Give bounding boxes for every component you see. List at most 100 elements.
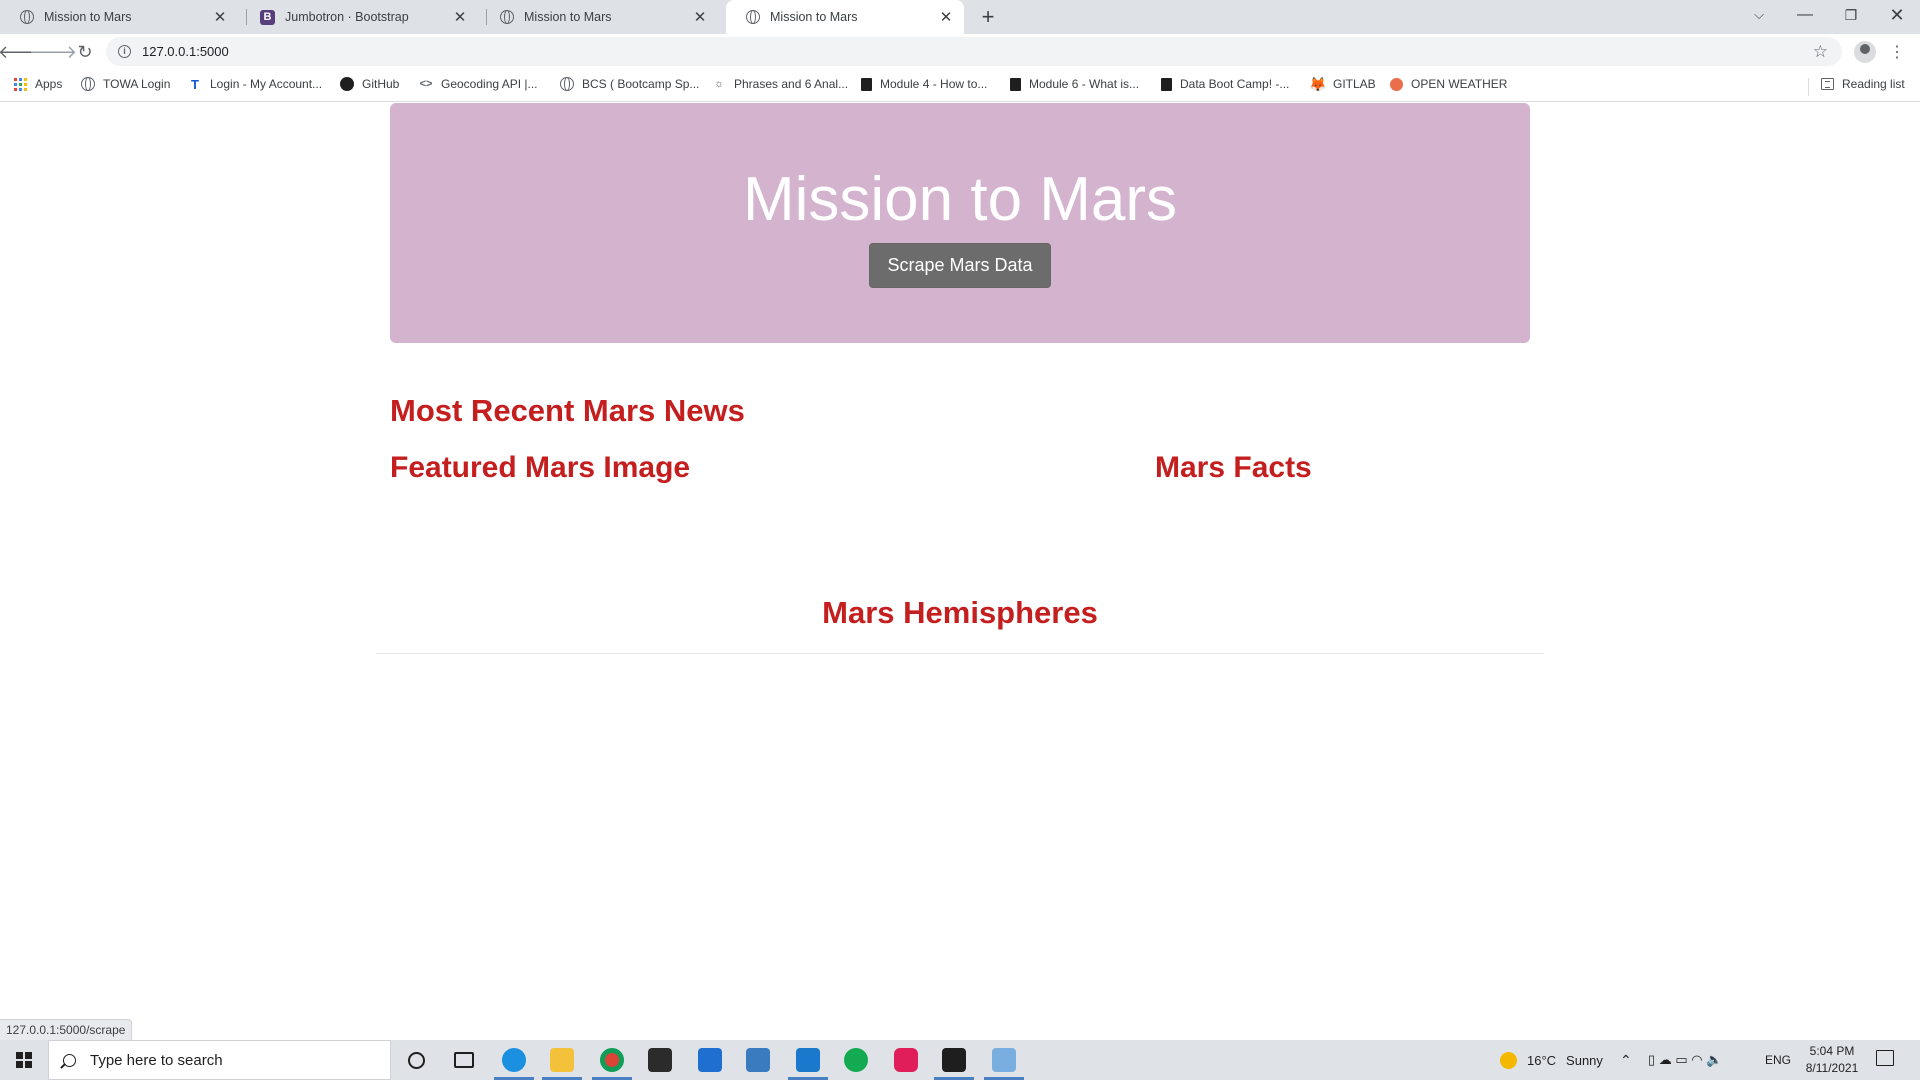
bookmark-item[interactable]: 🦊 GITLAB — [1309, 75, 1375, 92]
taskbar-app-terminal[interactable] — [930, 1040, 978, 1080]
bookmark-item[interactable]: T Login - My Account... — [188, 77, 323, 92]
bookmark-label: TOWA Login — [103, 77, 171, 91]
bookmark-item[interactable]: ☼ Phrases and 6 Anal... — [712, 77, 848, 91]
reading-list-icon — [1821, 78, 1834, 90]
mail-icon — [698, 1048, 722, 1072]
restore-button[interactable]: ❐ — [1828, 0, 1874, 30]
browser-tab[interactable]: Mission to Mars ✕ — [0, 0, 238, 34]
tab-title: Mission to Mars — [770, 10, 858, 24]
close-icon[interactable]: ✕ — [212, 9, 228, 26]
taskbar-app-slack[interactable] — [882, 1040, 930, 1080]
clock-time: 5:04 PM — [1809, 1044, 1855, 1058]
tray-system-icons[interactable]: ▯ ☁ ▭ ◠ 🔈 — [1648, 1040, 1722, 1080]
vscode-icon — [796, 1048, 820, 1072]
globe-icon — [746, 10, 760, 24]
browser-toolbar: 🡐 🡒 ↻ i 127.0.0.1:5000 ☆ ⋮ — [0, 34, 1920, 70]
bookmark-item[interactable]: Data Boot Camp! -... — [1161, 77, 1289, 91]
weather-temp: 16°C — [1527, 1052, 1557, 1068]
close-icon[interactable]: ✕ — [692, 9, 708, 26]
bookmark-label: Apps — [35, 77, 63, 91]
gitlab-icon: 🦊 — [1309, 75, 1327, 92]
minimize-button[interactable]: — — [1782, 0, 1828, 30]
bookmark-label: Phrases and 6 Anal... — [734, 77, 849, 91]
file-explorer-icon — [550, 1048, 574, 1072]
scrape-button[interactable]: Scrape Mars Data — [869, 243, 1051, 288]
bookmark-apps[interactable]: Apps — [14, 77, 62, 91]
close-icon[interactable]: ✕ — [938, 9, 954, 26]
language-indicator[interactable]: ENG — [1765, 1040, 1791, 1080]
section-divider — [376, 653, 1544, 654]
browser-tab[interactable]: B Jumbotron · Bootstrap ✕ — [240, 0, 478, 34]
bookmark-item[interactable]: TOWA Login — [81, 77, 170, 91]
windows-logo-icon — [16, 1052, 32, 1068]
bookmark-item[interactable]: BCS ( Bootcamp Sp... — [560, 77, 699, 91]
taskbar-app-chrome[interactable] — [588, 1040, 636, 1080]
taskbar-app-vscode[interactable] — [784, 1040, 832, 1080]
jumbotron: Mission to Mars Scrape Mars Data — [390, 103, 1530, 343]
tray-overflow-icon[interactable]: ⌃ — [1620, 1040, 1632, 1080]
browser-tab-active[interactable]: Mission to Mars ✕ — [726, 0, 964, 34]
taskbar-app-python[interactable] — [734, 1040, 782, 1080]
python-icon — [746, 1048, 770, 1072]
bootstrap-icon: B — [260, 9, 275, 25]
terminal-icon — [942, 1048, 966, 1072]
profile-avatar[interactable] — [1854, 41, 1876, 63]
taskbar-app-explorer[interactable] — [538, 1040, 586, 1080]
bookmarks-bar: Apps TOWA Login T Login - My Account... … — [0, 70, 1920, 102]
book-icon — [1010, 77, 1021, 91]
github-icon — [340, 77, 354, 91]
tab-title: Mission to Mars — [524, 10, 612, 24]
bookmark-item[interactable]: GitHub — [340, 77, 399, 91]
bookmark-label: OPEN WEATHER — [1411, 77, 1508, 91]
bookmark-item[interactable]: <> Geocoding API |... — [419, 77, 538, 91]
mars-facts-heading: Mars Facts — [1155, 451, 1312, 484]
taskbar-app-notepad[interactable] — [980, 1040, 1028, 1080]
edge-icon — [502, 1048, 526, 1072]
cortana-icon — [407, 1051, 425, 1069]
reading-list-label: Reading list — [1842, 77, 1905, 91]
taskbar-app-edge[interactable] — [490, 1040, 538, 1080]
start-button[interactable] — [0, 1040, 48, 1080]
hemispheres-heading: Mars Hemispheres — [822, 595, 1098, 630]
bookmark-label: Data Boot Camp! -... — [1180, 77, 1290, 91]
reload-button[interactable]: ↻ — [71, 38, 99, 66]
bookmark-label: Geocoding API |... — [441, 77, 538, 91]
taskbar-app-store[interactable] — [636, 1040, 684, 1080]
globe-icon — [560, 77, 574, 91]
news-heading: Most Recent Mars News — [390, 393, 745, 428]
url-text: 127.0.0.1:5000 — [142, 44, 229, 59]
close-icon[interactable]: ✕ — [452, 9, 468, 26]
taskbar-app-mail[interactable] — [686, 1040, 734, 1080]
bookmark-star-icon[interactable]: ☆ — [1813, 42, 1828, 62]
mongodb-icon — [844, 1048, 868, 1072]
taskbar-clock[interactable]: 5:04 PM 8/11/2021 — [1800, 1043, 1864, 1077]
reading-list-button[interactable]: Reading list — [1821, 77, 1905, 91]
tab-search-icon[interactable]: ⌵ — [1736, 0, 1782, 30]
bookmark-item[interactable]: Module 4 - How to... — [861, 77, 987, 91]
menu-kebab-icon[interactable]: ⋮ — [1889, 40, 1905, 64]
new-tab-button[interactable]: + — [976, 4, 1000, 29]
bookmark-item[interactable]: Module 6 - What is... — [1010, 77, 1139, 91]
taskbar-search[interactable]: Type here to search — [48, 1040, 391, 1080]
code-icon: <> — [419, 78, 433, 90]
bookmark-item[interactable]: OPEN WEATHER — [1390, 77, 1507, 91]
bookmark-label: Module 4 - How to... — [880, 77, 988, 91]
bookmark-label: GitHub — [362, 77, 400, 91]
taskbar-app-mongodb[interactable] — [832, 1040, 880, 1080]
notepad-icon — [992, 1048, 1016, 1072]
tab-title: Jumbotron · Bootstrap — [285, 10, 409, 24]
bookmark-label: Module 6 - What is... — [1029, 77, 1140, 91]
weather-widget[interactable]: 16°C Sunny — [1500, 1040, 1603, 1080]
featured-image-heading: Featured Mars Image — [390, 451, 691, 484]
cortana-button[interactable] — [392, 1040, 440, 1080]
page-title: Mission to Mars — [742, 165, 1178, 234]
address-bar[interactable]: i 127.0.0.1:5000 ☆ — [106, 37, 1842, 66]
notification-icon[interactable] — [1876, 1050, 1894, 1066]
browser-tab[interactable]: Mission to Mars ✕ — [480, 0, 718, 34]
apps-grid-icon — [14, 77, 27, 91]
close-window-button[interactable]: ✕ — [1874, 0, 1920, 30]
task-view-button[interactable] — [440, 1040, 488, 1080]
forward-button[interactable]: 🡒 — [29, 38, 77, 66]
bookmark-label: Login - My Account... — [210, 77, 323, 91]
info-icon[interactable]: i — [118, 45, 131, 58]
